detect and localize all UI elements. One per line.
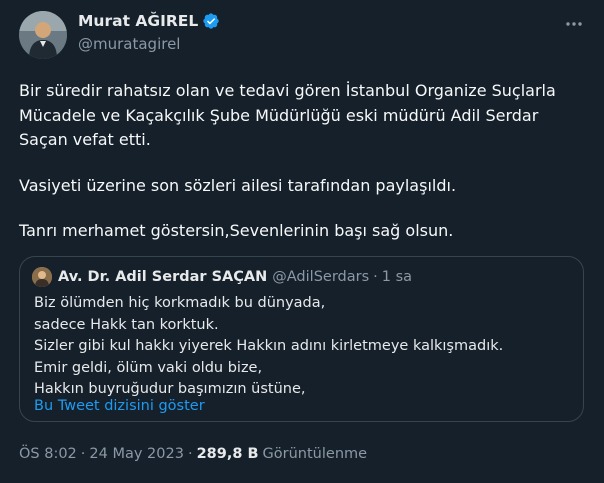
tweet-text: Bir süredir rahatsız olan ve tedavi göre… <box>19 79 589 244</box>
author-avatar[interactable] <box>19 11 67 59</box>
quoted-line: Biz ölümden hiç korkmadık bu dünyada, <box>34 295 326 311</box>
quoted-author-avatar <box>32 267 52 287</box>
separator-dot: · <box>187 446 193 462</box>
quoted-author-name: Av. Dr. Adil Serdar SAÇAN <box>58 269 268 285</box>
author-name[interactable]: Murat AĞIREL <box>78 12 198 30</box>
avatar-image <box>19 11 67 59</box>
author-name-row: Murat AĞIREL <box>78 12 220 30</box>
tweet: Murat AĞIREL @muratagirel Bir süredir ra… <box>0 0 604 483</box>
separator-dot: · <box>373 269 378 285</box>
tweet-date[interactable]: 24 May 2023 <box>89 446 184 462</box>
tweet-paragraph: Bir süredir rahatsız olan ve tedavi göre… <box>19 81 556 149</box>
views-label: Görüntülenme <box>262 446 368 462</box>
quoted-tweet-header: Av. Dr. Adil Serdar SAÇAN @AdilSerdars ·… <box>32 267 412 287</box>
quoted-tweet-time: 1 sa <box>381 269 413 285</box>
quoted-author-handle: @AdilSerdars <box>272 269 370 285</box>
quoted-tweet[interactable]: Av. Dr. Adil Serdar SAÇAN @AdilSerdars ·… <box>19 256 584 422</box>
quoted-line: sadece Hakk tan korktuk. <box>34 316 219 333</box>
quoted-line: Emir geldi, ölüm vaki oldu bize, <box>34 359 263 376</box>
tweet-time[interactable]: ÖS 8:02 <box>19 446 77 462</box>
more-icon[interactable] <box>564 14 584 38</box>
tweet-meta: ÖS 8:02 · 24 May 2023 · 289,8 B Görüntül… <box>19 446 367 462</box>
quoted-tweet-text: Biz ölümden hiç korkmadık bu dünyada, sa… <box>34 293 574 401</box>
tweet-paragraph: Tanrı merhamet göstersin,Sevenlerinin ba… <box>19 221 454 240</box>
quoted-line: Sizler gibi kul hakkı yiyerek Hakkın adı… <box>34 338 504 354</box>
verified-badge-icon <box>202 12 220 30</box>
separator-dot: · <box>80 446 86 462</box>
views-count: 289,8 B <box>196 446 259 462</box>
author-handle[interactable]: @muratagirel <box>78 35 180 53</box>
show-thread-link[interactable]: Bu Tweet dizisini göster <box>34 398 205 414</box>
tweet-paragraph: Vasiyeti üzerine son sözleri ailesi tara… <box>19 175 457 195</box>
